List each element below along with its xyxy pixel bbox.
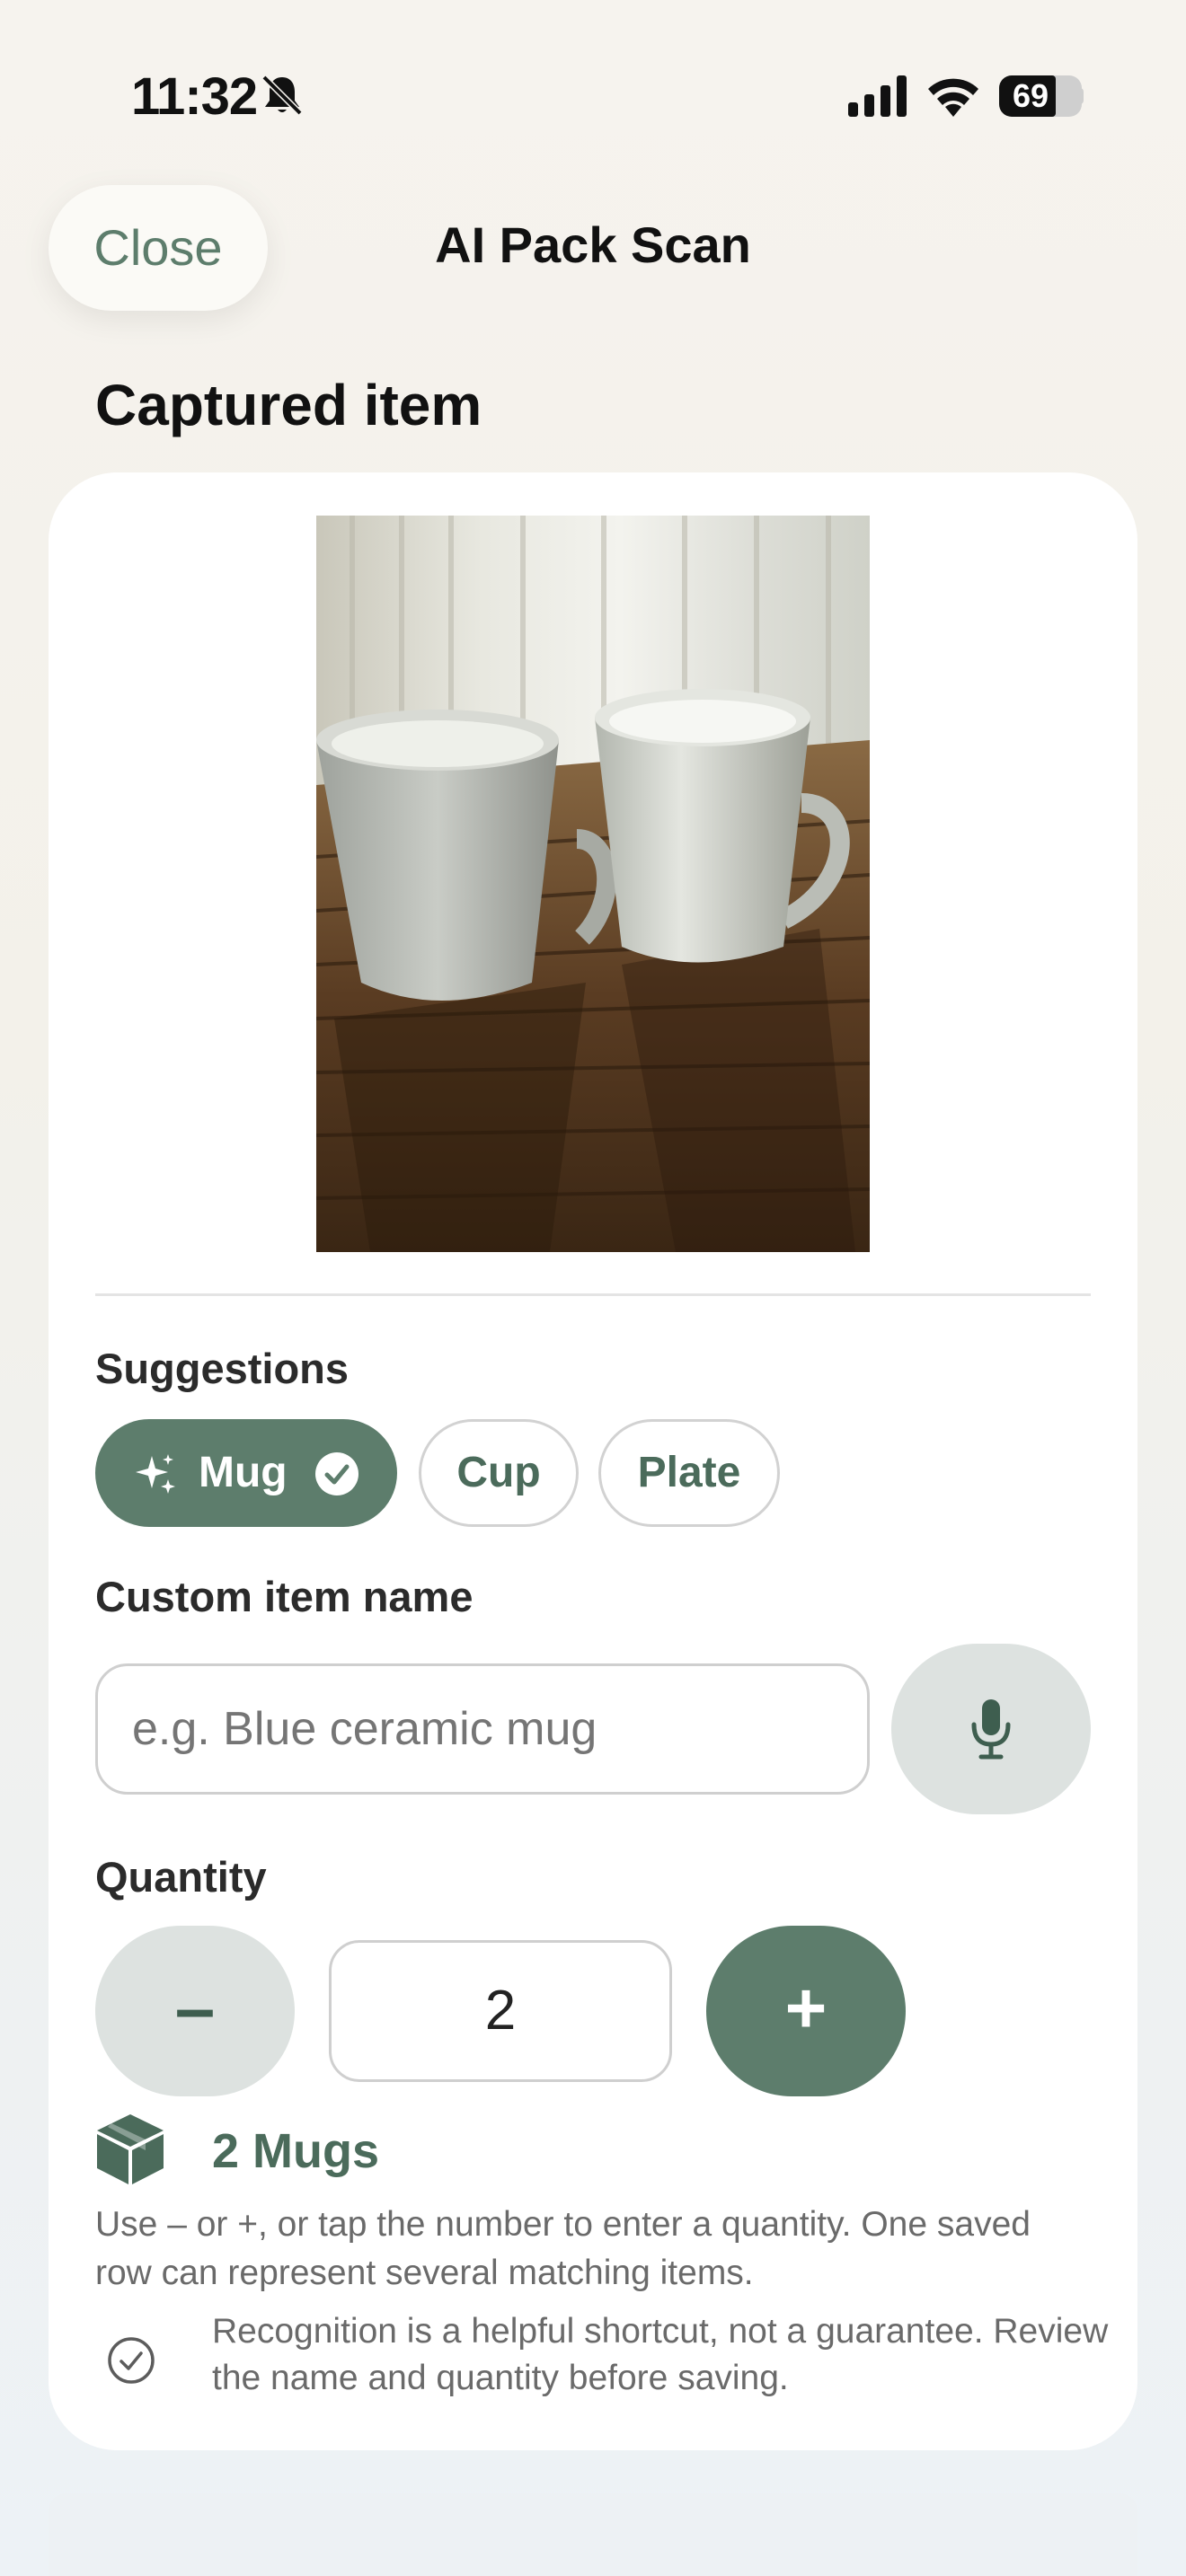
- box-icon: [97, 2114, 164, 2184]
- microphone-button[interactable]: [891, 1644, 1091, 1814]
- battery-cap: [1076, 88, 1084, 104]
- custom-name-label: Custom item name: [95, 1573, 474, 1620]
- recognition-disclaimer: Recognition is a helpful shortcut, not a…: [212, 2312, 1109, 2397]
- increment-button[interactable]: +: [706, 1926, 906, 2096]
- photo-illustration: [316, 516, 870, 1252]
- sparkles-icon: [136, 1454, 175, 1494]
- custom-name-input[interactable]: [95, 1663, 870, 1795]
- quantity-hint: Use – or +, or tap the number to enter a…: [95, 2205, 1031, 2292]
- divider: [95, 1293, 1091, 1296]
- quantity-label: Quantity: [95, 1853, 267, 1901]
- page-title: AI Pack Scan: [435, 216, 751, 273]
- battery-percent: 69: [1012, 77, 1049, 114]
- captured-item-heading: Captured item: [95, 373, 482, 437]
- checkmark-circle-icon: [108, 2337, 155, 2384]
- scan-card: Suggestions Mug Cup Plate Custom item na…: [49, 472, 1137, 2450]
- bottom-panel: [49, 2493, 1137, 2576]
- cellular-signal-icon: [848, 75, 907, 117]
- checkmark-circle-icon: [315, 1452, 358, 1495]
- battery-icon: 69: [999, 75, 1082, 117]
- quantity-summary: 2 Mugs: [212, 2124, 380, 2178]
- suggestions-label: Suggestions: [95, 1345, 350, 1392]
- suggestion-chip-mug[interactable]: Mug: [95, 1419, 397, 1527]
- status-time: 11:32: [131, 67, 258, 126]
- chip-label: Mug: [199, 1449, 288, 1496]
- status-bar: 11:32 69: [0, 0, 1186, 180]
- bell-slash-icon: [261, 75, 303, 116]
- suggestion-chip-plate[interactable]: Plate: [598, 1419, 780, 1527]
- suggestion-chip-cup[interactable]: Cup: [419, 1419, 579, 1527]
- microphone-icon: [971, 1699, 1011, 1760]
- wifi-icon: [928, 78, 978, 117]
- decrement-button[interactable]: –: [95, 1926, 295, 2096]
- captured-photo[interactable]: [316, 516, 870, 1252]
- quantity-value[interactable]: 2: [329, 1940, 672, 2082]
